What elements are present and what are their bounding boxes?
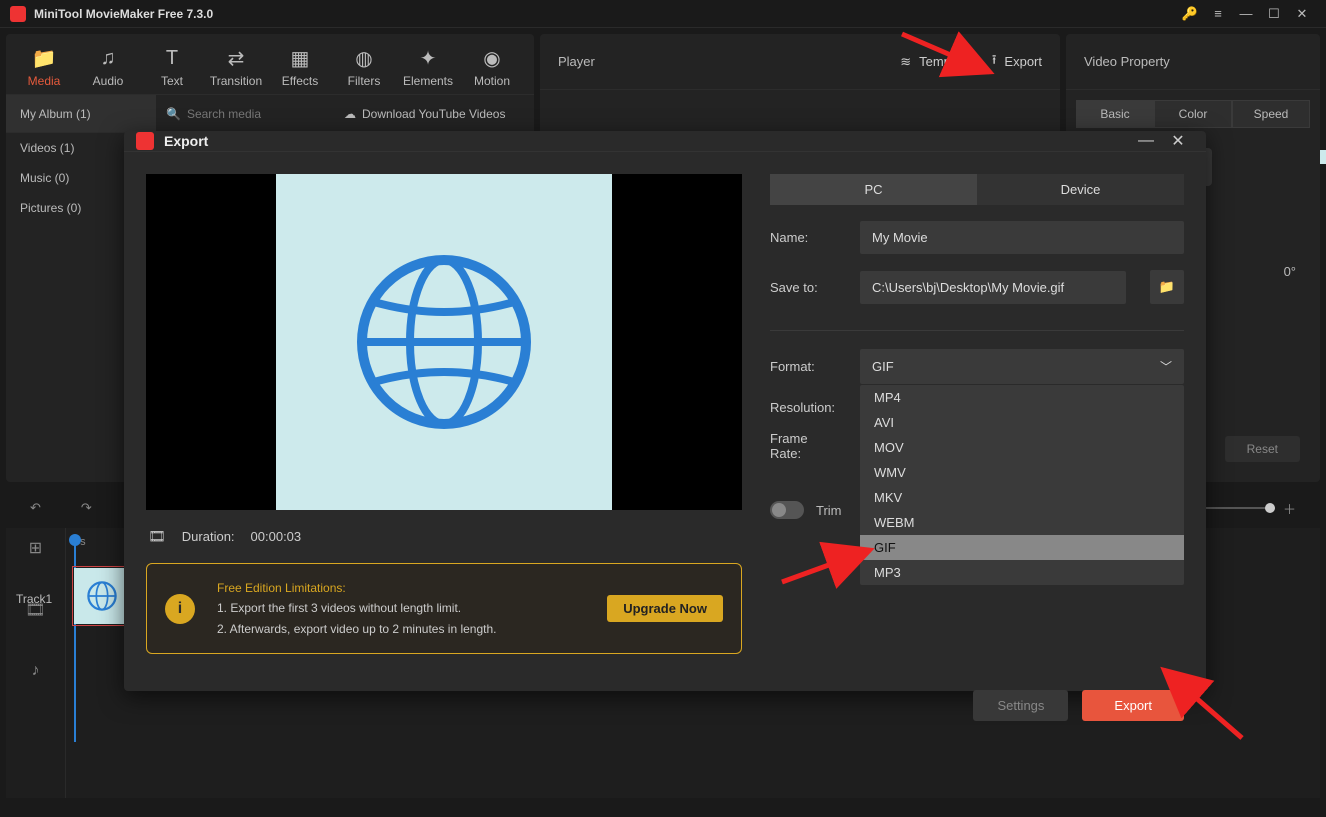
format-option-mov[interactable]: MOV <box>860 435 1184 460</box>
maximize-button[interactable]: ☐ <box>1260 6 1288 22</box>
add-track-icon[interactable]: ⊞ <box>29 538 42 558</box>
key-icon[interactable]: 🔑 <box>1182 6 1198 22</box>
close-button[interactable]: ✕ <box>1288 6 1316 22</box>
download-youtube-button[interactable]: ☁Download YouTube Videos <box>344 107 534 121</box>
tab-pc[interactable]: PC <box>770 174 977 205</box>
format-dropdown-list: MP4AVIMOVWMVMKVWEBMGIFMP3 <box>860 385 1184 585</box>
search-input[interactable]: 🔍Search media <box>156 107 344 121</box>
frame-rate-label: Frame Rate: <box>770 431 842 461</box>
tab-elements[interactable]: ✦Elements <box>396 46 460 88</box>
format-option-avi[interactable]: AVI <box>860 410 1184 435</box>
export-button[interactable]: Export <box>1082 690 1184 721</box>
reset-button[interactable]: Reset <box>1225 436 1300 462</box>
tab-media[interactable]: 📁Media <box>12 46 76 88</box>
export-dialog: Export — ✕ <box>124 131 1206 691</box>
dialog-minimize-button[interactable]: — <box>1130 132 1162 150</box>
limitations-box: i Free Edition Limitations: 1. Export th… <box>146 563 742 654</box>
redo-icon[interactable]: ↷ <box>81 500 92 516</box>
format-label: Format: <box>770 359 842 374</box>
duration-label: Duration: <box>182 529 235 544</box>
transition-icon: ⇄ <box>228 46 245 70</box>
dialog-close-button[interactable]: ✕ <box>1162 131 1194 151</box>
format-option-mp4[interactable]: MP4 <box>860 385 1184 410</box>
search-icon: 🔍 <box>166 107 181 121</box>
name-input[interactable] <box>860 221 1184 254</box>
info-line-2: 2. Afterwards, export video up to 2 minu… <box>217 619 585 639</box>
layers-icon: ≋ <box>900 54 911 70</box>
globe-icon <box>344 242 544 442</box>
track-label: Track1 <box>16 592 52 606</box>
format-dropdown[interactable]: GIF ﹀ <box>860 349 1184 384</box>
save-to-input[interactable] <box>860 271 1126 304</box>
format-option-wmv[interactable]: WMV <box>860 460 1184 485</box>
resolution-label: Resolution: <box>770 400 842 415</box>
info-line-1: 1. Export the first 3 videos without len… <box>217 598 585 618</box>
settings-button[interactable]: Settings <box>973 690 1068 721</box>
tab-device[interactable]: Device <box>977 174 1184 205</box>
dialog-app-icon <box>136 132 154 150</box>
trim-toggle[interactable] <box>770 501 804 519</box>
filters-icon: ◍ <box>355 46 372 70</box>
property-title: Video Property <box>1084 54 1170 69</box>
motion-icon: ◉ <box>483 46 500 70</box>
tab-basic[interactable]: Basic <box>1076 100 1154 128</box>
tab-color[interactable]: Color <box>1154 100 1232 128</box>
tab-transition[interactable]: ⇄Transition <box>204 46 268 88</box>
trim-label: Trim <box>816 503 842 518</box>
tab-filters[interactable]: ◍Filters <box>332 46 396 88</box>
tab-effects[interactable]: ▦Effects <box>268 46 332 88</box>
tab-text[interactable]: TText <box>140 46 204 88</box>
player-label: Player <box>558 54 595 69</box>
app-titlebar: MiniTool MovieMaker Free 7.3.0 🔑 ≡ — ☐ ✕ <box>0 0 1326 28</box>
upload-icon: ⭱ <box>992 51 997 73</box>
cloud-icon: ☁ <box>344 107 356 121</box>
format-option-gif[interactable]: GIF <box>860 535 1184 560</box>
folder-icon: 📁 <box>1159 279 1175 295</box>
effects-icon: ▦ <box>291 46 310 70</box>
music-icon: ♫ <box>101 46 116 70</box>
name-label: Name: <box>770 230 842 245</box>
hamburger-icon[interactable]: ≡ <box>1204 6 1232 21</box>
film-icon: 🎞 <box>148 528 166 545</box>
album-label[interactable]: My Album (1) <box>6 95 156 132</box>
tab-motion[interactable]: ◉Motion <box>460 46 524 88</box>
minimize-button[interactable]: — <box>1232 6 1260 21</box>
save-to-label: Save to: <box>770 280 842 295</box>
info-title: Free Edition Limitations: <box>217 578 585 598</box>
undo-icon[interactable]: ↶ <box>30 500 41 516</box>
folder-icon: 📁 <box>32 46 57 70</box>
elements-icon: ✦ <box>420 46 437 70</box>
app-icon <box>10 6 26 22</box>
rotation-value: 0° <box>1284 264 1296 279</box>
format-option-mkv[interactable]: MKV <box>860 485 1184 510</box>
app-title: MiniTool MovieMaker Free 7.3.0 <box>34 7 1182 21</box>
export-button-header[interactable]: ⭱Export <box>992 51 1042 73</box>
format-option-webm[interactable]: WEBM <box>860 510 1184 535</box>
format-option-mp3[interactable]: MP3 <box>860 560 1184 585</box>
upgrade-button[interactable]: Upgrade Now <box>607 595 723 622</box>
dialog-title: Export <box>164 133 1130 149</box>
text-icon: T <box>166 46 178 70</box>
audio-track-icon[interactable]: ♪ <box>32 662 40 680</box>
template-button[interactable]: ≋Template <box>900 54 972 70</box>
info-icon: i <box>165 594 195 624</box>
tab-audio[interactable]: ♫Audio <box>76 46 140 88</box>
chevron-down-icon: ﹀ <box>1160 358 1172 375</box>
export-preview <box>146 174 742 510</box>
browse-folder-button[interactable]: 📁 <box>1150 270 1184 304</box>
duration-value: 00:00:03 <box>251 529 302 544</box>
zoom-in-icon[interactable]: ＋ <box>1283 499 1296 518</box>
tab-speed[interactable]: Speed <box>1232 100 1310 128</box>
